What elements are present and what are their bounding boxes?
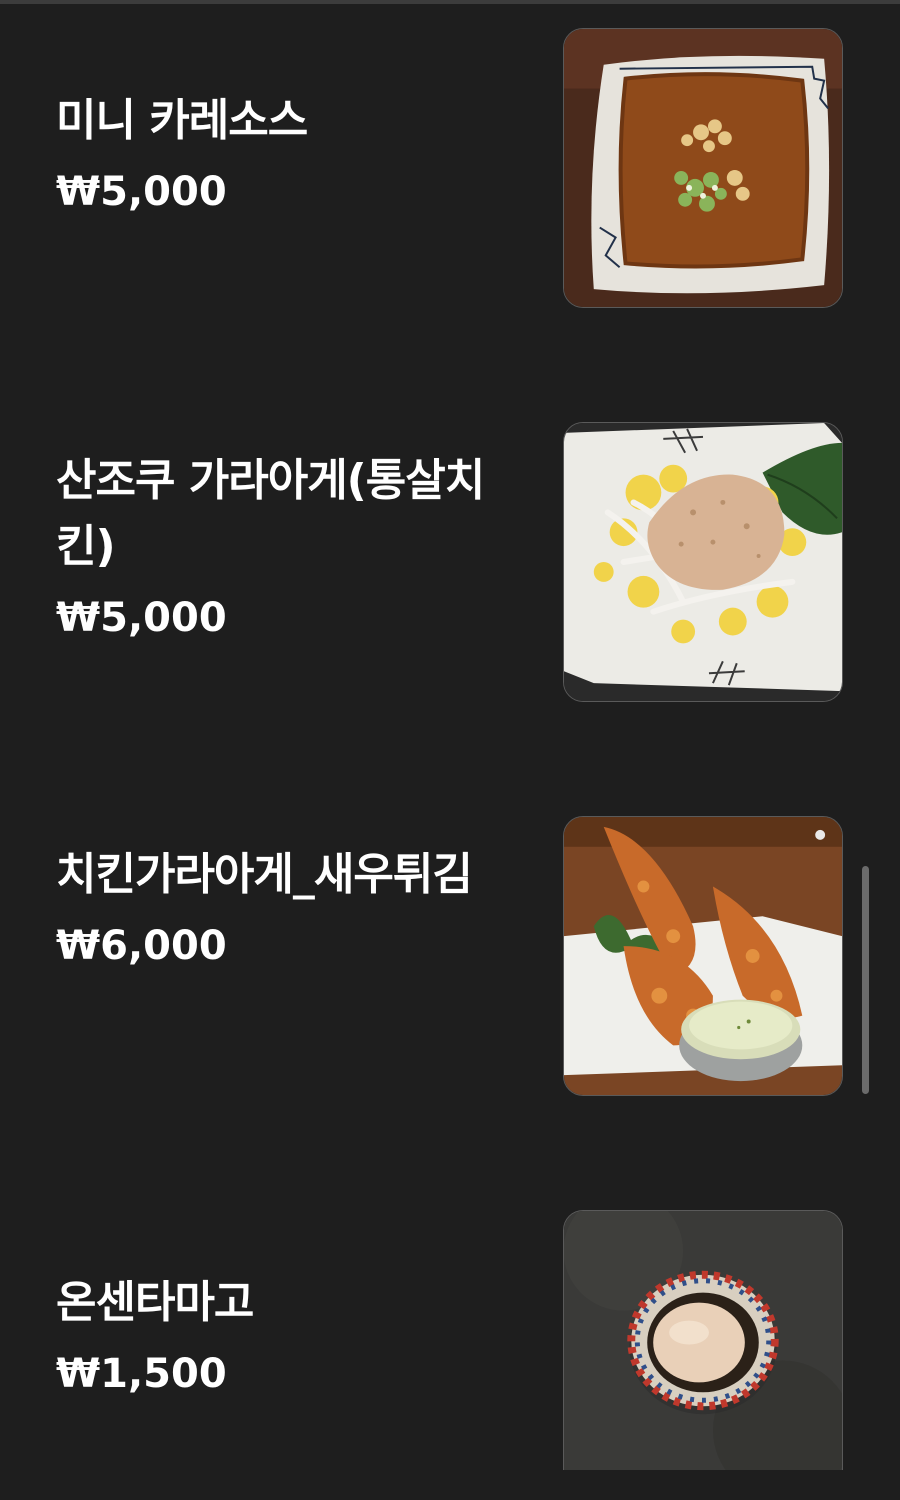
menu-item-price: ₩6,000 — [56, 923, 227, 969]
onsen-tamago-photo[interactable] — [563, 1210, 843, 1470]
menu-item-onsen-tamago[interactable]: 온센타마고 ₩1,500 — [0, 1210, 900, 1500]
menu-item-sanzoku-karaage[interactable]: 산조쿠 가라아게(통살치킨) ₩5,000 — [0, 422, 900, 712]
scrollbar-thumb[interactable] — [862, 866, 869, 1094]
menu-item-chicken-karaage-shrimp[interactable]: 치킨가라아게_새우튀김 ₩6,000 — [0, 816, 900, 1106]
menu-item-text: 산조쿠 가라아게(통살치킨) ₩5,000 — [56, 448, 496, 648]
onsen-tamago-image — [564, 1211, 842, 1470]
menu-item-text: 온센타마고 ₩1,500 — [56, 1270, 496, 1404]
menu-item-curry-sauce[interactable]: 미니 카레소스 ₩5,000 — [0, 28, 900, 318]
menu-item-name: 치킨가라아게_새우튀김 — [56, 849, 473, 900]
menu-item-name: 미니 카레소스 — [56, 95, 308, 146]
sanzoku-karaage-photo[interactable] — [563, 422, 843, 702]
fried-chicken-shrimp-photo[interactable] — [563, 816, 843, 1096]
menu-item-price: ₩1,500 — [56, 1351, 227, 1397]
menu-item-name: 온센타마고 — [56, 1277, 254, 1328]
fried-chicken-shrimp-image — [564, 817, 842, 1095]
sanzoku-karaage-image — [564, 423, 842, 701]
menu-item-price: ₩5,000 — [56, 595, 227, 641]
menu-item-price: ₩5,000 — [56, 169, 227, 215]
curry-sauce-photo[interactable] — [563, 28, 843, 308]
menu-item-name: 산조쿠 가라아게(통살치킨) — [56, 455, 485, 572]
menu-list: 미니 카레소스 ₩5,000 산조쿠 가라아게(통살치킨) ₩5,000 치킨가… — [0, 0, 900, 1470]
menu-item-text: 미니 카레소스 ₩5,000 — [56, 88, 496, 222]
menu-item-text: 치킨가라아게_새우튀김 ₩6,000 — [56, 842, 496, 976]
curry-sauce-image — [564, 29, 842, 307]
